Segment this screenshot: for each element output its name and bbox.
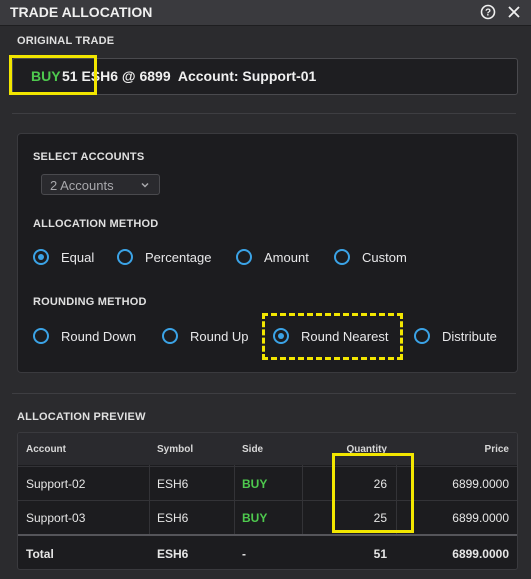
allocation-preview-label: ALLOCATION PREVIEW <box>17 411 146 423</box>
highlight-box <box>262 313 403 360</box>
radio-equal[interactable]: Equal <box>33 247 94 267</box>
radio-label: Round Down <box>61 328 137 344</box>
cell-side: BUY <box>242 510 268 525</box>
table-total-row: Total ESH6 - 51 6899.0000 <box>18 534 517 569</box>
highlight-box <box>332 453 414 533</box>
radio-label: Round Up <box>190 328 249 344</box>
cell-price: 6899.0000 <box>452 546 509 561</box>
close-icon <box>508 6 520 18</box>
radio-unchecked-icon <box>334 249 350 265</box>
title-bar: TRADE ALLOCATION ? <box>0 0 531 26</box>
svg-text:?: ? <box>485 8 491 19</box>
original-trade-label: ORIGINAL TRADE <box>17 35 115 47</box>
radio-label: Equal <box>61 249 95 265</box>
column-header-account[interactable]: Account <box>26 433 66 465</box>
rounding-method-label: ROUNDING METHOD <box>33 296 147 308</box>
table-header-row: Account Symbol Side Quantity Price <box>18 433 517 465</box>
help-button[interactable]: ? <box>479 3 497 21</box>
accounts-dropdown-value: 2 Accounts <box>50 178 114 193</box>
radio-unchecked-icon <box>236 249 252 265</box>
question-circle-icon: ? <box>480 4 496 20</box>
radio-round-up[interactable]: Round Up <box>162 326 249 346</box>
cell-side: BUY <box>242 476 268 491</box>
cell-price: 6899.0000 <box>452 476 509 491</box>
cell-total-label: Total <box>26 546 54 561</box>
allocation-method-group: Equal Percentage Amount Custom <box>0 247 531 269</box>
divider <box>12 113 516 114</box>
select-accounts-label: SELECT ACCOUNTS <box>33 151 145 163</box>
allocation-preview-table: Account Symbol Side Quantity Price Suppo… <box>17 432 518 570</box>
column-header-side[interactable]: Side <box>242 433 263 465</box>
cell-symbol: ESH6 <box>157 546 189 561</box>
highlight-box <box>9 55 97 95</box>
radio-custom[interactable]: Custom <box>334 247 407 267</box>
close-button[interactable] <box>505 3 523 21</box>
cell-account: Support-02 <box>26 476 86 491</box>
cell-price: 6899.0000 <box>452 510 509 525</box>
table-row: Support-02 ESH6 BUY 26 6899.0000 <box>18 466 517 500</box>
radio-unchecked-icon <box>414 328 430 344</box>
radio-round-down[interactable]: Round Down <box>33 326 136 346</box>
cell-side: - <box>242 546 246 561</box>
chevron-down-icon <box>141 182 149 188</box>
window-title: TRADE ALLOCATION <box>10 4 153 20</box>
radio-unchecked-icon <box>33 328 49 344</box>
column-header-price[interactable]: Price <box>485 433 509 465</box>
cell-symbol: ESH6 <box>157 510 189 525</box>
cell-quantity: 51 <box>373 546 387 561</box>
allocation-method-label: ALLOCATION METHOD <box>33 218 159 230</box>
divider <box>12 393 516 394</box>
radio-label: Distribute <box>442 328 497 344</box>
cell-account: Support-03 <box>26 510 86 525</box>
cell-symbol: ESH6 <box>157 476 189 491</box>
radio-checked-icon <box>33 249 49 265</box>
table-row: Support-03 ESH6 BUY 25 6899.0000 <box>18 500 517 534</box>
radio-unchecked-icon <box>162 328 178 344</box>
radio-amount[interactable]: Amount <box>236 247 309 267</box>
radio-percentage[interactable]: Percentage <box>117 247 212 267</box>
accounts-dropdown[interactable]: 2 Accounts <box>41 174 160 195</box>
trade-details: 51 ESH6 @ 6899 Account: Support-01 <box>62 68 317 84</box>
radio-label: Percentage <box>145 249 212 265</box>
column-header-symbol[interactable]: Symbol <box>157 433 193 465</box>
radio-unchecked-icon <box>117 249 133 265</box>
radio-distribute[interactable]: Distribute <box>414 326 497 346</box>
radio-label: Custom <box>362 249 407 265</box>
radio-label: Amount <box>264 249 309 265</box>
